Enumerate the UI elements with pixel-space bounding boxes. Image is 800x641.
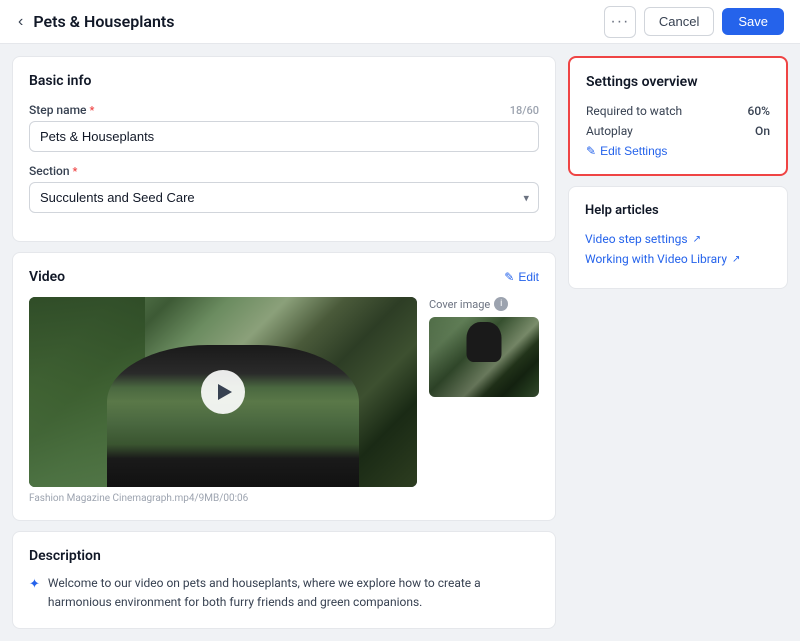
help-link-video-settings-label: Video step settings [585,232,688,246]
step-name-label-row: Step name * 18/60 [29,103,539,117]
cover-image-label-row: Cover image i [429,297,539,311]
basic-info-card: Basic info Step name * 18/60 Section * [12,56,556,242]
autoplay-value: On [755,124,770,138]
edit-settings-button[interactable]: ✎ Edit Settings [586,144,667,158]
video-title: Video [29,269,65,285]
video-content: Fashion Magazine Cinemagraph.mp4/9MB/00:… [29,297,539,504]
cancel-button[interactable]: Cancel [644,7,714,36]
section-label: Section [29,164,70,178]
description-card: Description ✦ Welcome to our video on pe… [12,531,556,629]
external-link-icon-1: ↗ [693,234,701,245]
basic-info-title: Basic info [29,73,539,89]
help-link-video-library[interactable]: Working with Video Library ↗ [585,252,771,266]
required-to-watch-row: Required to watch 60% [586,104,770,118]
video-caption: Fashion Magazine Cinemagraph.mp4/9MB/00:… [29,493,417,504]
video-edit-button[interactable]: ✎ Edit [504,270,539,284]
pencil-icon: ✎ [504,270,514,284]
description-title: Description [29,548,539,564]
section-required: * [73,165,78,178]
right-column: Settings overview Required to watch 60% … [568,56,788,289]
autoplay-label: Autoplay [586,124,633,138]
main-layout: Basic info Step name * 18/60 Section * [0,44,800,641]
left-column: Basic info Step name * 18/60 Section * [12,56,556,629]
cover-cat-silhouette [467,322,502,362]
magic-wand-icon: ✦ [29,575,40,612]
help-link-video-library-label: Working with Video Library [585,252,727,266]
play-button[interactable] [201,370,245,414]
more-options-button[interactable]: ··· [604,6,636,38]
description-content: ✦ Welcome to our video on pets and house… [29,574,539,612]
help-articles-title: Help articles [585,203,771,218]
cover-image-label: Cover image [429,298,490,311]
video-section-header: Video ✎ Edit [29,269,539,285]
section-select[interactable]: Succulents and Seed Care [29,182,539,213]
section-select-wrapper: Succulents and Seed Care ▾ [29,182,539,213]
description-body: Welcome to our video on pets and housepl… [48,574,539,612]
step-name-char-count: 18/60 [510,104,539,117]
help-link-video-settings[interactable]: Video step settings ↗ [585,232,771,246]
video-player[interactable] [29,297,417,487]
dots-icon: ··· [610,13,629,31]
header-right: ··· Cancel Save [604,6,784,38]
step-name-required: * [89,104,94,117]
step-name-field: Step name * 18/60 [29,103,539,152]
external-link-icon-2: ↗ [732,254,740,265]
header-left: ‹ Pets & Houseplants [16,11,174,33]
save-button[interactable]: Save [722,8,784,35]
pencil-icon-settings: ✎ [586,144,596,158]
settings-overview-title: Settings overview [586,74,770,90]
page-title: Pets & Houseplants [33,12,174,31]
autoplay-row: Autoplay On [586,124,770,138]
section-field: Section * Succulents and Seed Care ▾ [29,164,539,213]
back-button[interactable]: ‹ [16,11,25,33]
step-name-label: Step name [29,103,86,117]
video-cat-body [107,345,359,488]
header: ‹ Pets & Houseplants ··· Cancel Save [0,0,800,44]
help-articles-card: Help articles Video step settings ↗ Work… [568,186,788,289]
step-name-input[interactable] [29,121,539,152]
required-to-watch-label: Required to watch [586,104,682,118]
video-player-section: Fashion Magazine Cinemagraph.mp4/9MB/00:… [29,297,417,504]
cover-image-section: Cover image i [429,297,539,397]
play-icon [218,384,232,400]
cover-image-preview[interactable] [429,317,539,397]
settings-overview-card: Settings overview Required to watch 60% … [568,56,788,176]
required-to-watch-value: 60% [748,104,770,118]
section-label-row: Section * [29,164,539,178]
video-card: Video ✎ Edit Fashion Magaz [12,252,556,521]
info-icon[interactable]: i [494,297,508,311]
